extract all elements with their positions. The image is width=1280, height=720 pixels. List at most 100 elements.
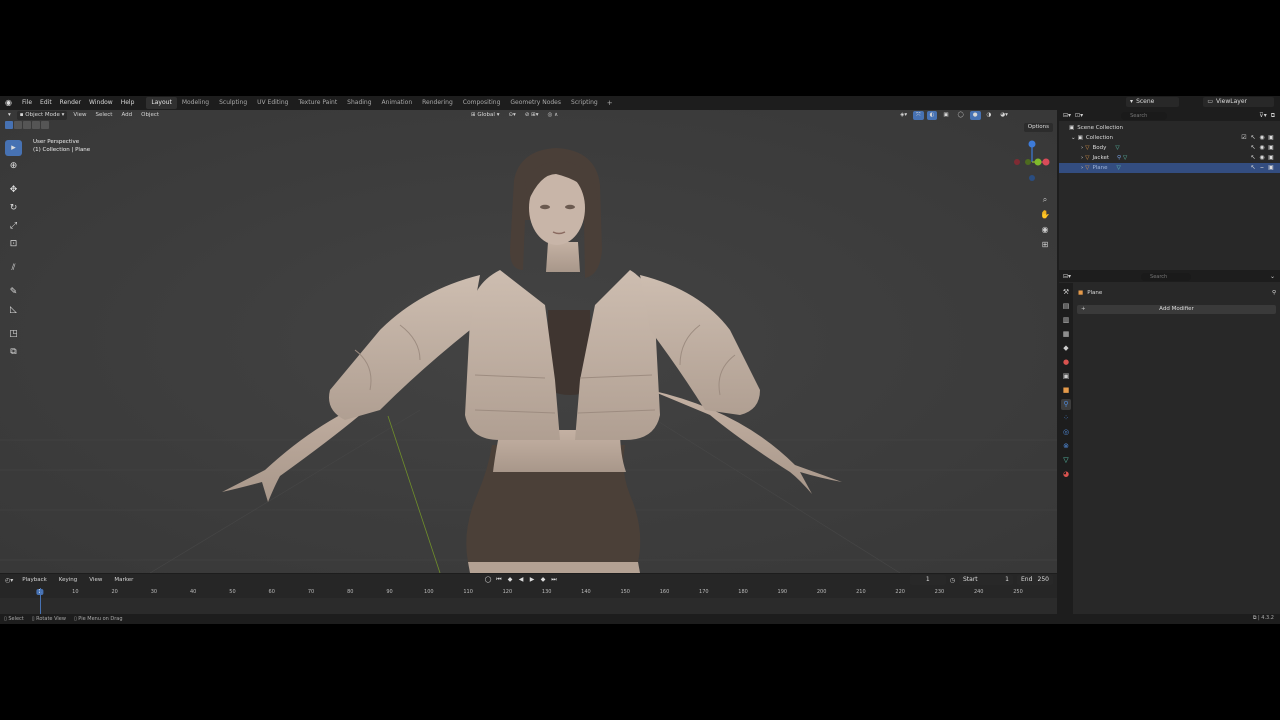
eye-icon[interactable]: ◉ [1259, 155, 1265, 161]
gizmo-z-icon[interactable] [1028, 140, 1036, 148]
outliner-row-plane[interactable]: › ▽ Plane ▽ ↖ ⌣ ▣ [1059, 163, 1280, 173]
add-modifier-button[interactable]: + Add Modifier [1077, 305, 1276, 314]
visibility-icon[interactable]: ◈▾ [897, 111, 910, 120]
pivot-icon[interactable]: ⊙▾ [505, 111, 518, 120]
shading-material-icon[interactable]: ◑ [984, 111, 995, 120]
view-layer-tab-icon[interactable]: ▦ [1061, 329, 1071, 340]
outliner-row-scene-collection[interactable]: ▣ Scene Collection [1059, 123, 1280, 133]
menu-add[interactable]: Add [118, 111, 135, 120]
render-tab-icon[interactable]: ▤ [1061, 301, 1071, 312]
pan-hand-icon[interactable]: ✋ [1039, 209, 1051, 221]
add-workspace-button[interactable]: + [603, 99, 617, 107]
tab-modeling[interactable]: Modeling [177, 97, 214, 109]
menu-edit[interactable]: Edit [36, 96, 56, 110]
timeline-editor-type-icon[interactable]: ◴▾ [5, 577, 13, 584]
shading-rendered-icon[interactable]: ◕▾ [997, 111, 1011, 120]
new-collection-icon[interactable]: ⧉ [1271, 112, 1275, 120]
select-intersect-icon[interactable] [41, 121, 49, 129]
physics-tab-icon[interactable]: ◎ [1061, 427, 1071, 438]
tab-geometry-nodes[interactable]: Geometry Nodes [505, 97, 566, 109]
expand-arrow-icon[interactable]: ⌄ [1071, 135, 1076, 141]
jump-end-icon[interactable]: ⏭ [550, 575, 558, 584]
output-tab-icon[interactable]: ▥ [1061, 315, 1071, 326]
proportional-edit-icon[interactable]: ◎ ∧ [545, 111, 562, 120]
menu-file[interactable]: File [18, 96, 36, 110]
menu-view[interactable]: View [70, 111, 89, 120]
material-tab-icon[interactable]: ◕ [1061, 469, 1071, 480]
eye-icon[interactable]: ◉ [1259, 145, 1265, 151]
shading-solid-icon[interactable]: ● [969, 111, 981, 120]
filter-icon[interactable]: ⊽▾ [1259, 112, 1266, 119]
menu-keying[interactable]: Keying [56, 576, 80, 585]
timeline-track[interactable] [0, 598, 1057, 614]
world-tab-icon[interactable]: ● [1061, 357, 1071, 368]
camera-view-icon[interactable]: ◉ [1039, 224, 1051, 236]
3d-viewport[interactable]: ▾ ▪ Object Mode ▾ View Select Add Object… [0, 110, 1057, 573]
add-cube-tool-icon[interactable]: ◳ [5, 326, 22, 342]
eye-icon[interactable]: ◉ [1259, 135, 1265, 141]
menu-help[interactable]: Help [117, 96, 139, 110]
select-extend-icon[interactable] [14, 121, 22, 129]
camera-icon[interactable]: ▣ [1268, 165, 1274, 171]
play-reverse-icon[interactable]: ◀ [517, 575, 525, 584]
gizmo-y-icon[interactable] [1034, 158, 1042, 166]
outliner-row-collection[interactable]: ⌄ ▣ Collection ☑ ↖ ◉ ▣ [1059, 133, 1280, 143]
add-object-tool-icon[interactable]: ⧉ [5, 344, 22, 360]
gizmo-x-icon[interactable] [1042, 158, 1050, 166]
tab-compositing[interactable]: Compositing [458, 97, 506, 109]
tab-sculpting[interactable]: Sculpting [214, 97, 252, 109]
cursor-tool-icon[interactable]: ⊕ [5, 158, 22, 174]
blender-logo-icon[interactable]: ◉ [5, 99, 15, 107]
select-subtract-icon[interactable] [23, 121, 31, 129]
gizmo-neg-y-icon[interactable] [1025, 159, 1031, 165]
rotate-tool-icon[interactable]: ↻ [5, 200, 22, 216]
annotate-line-tool-icon[interactable]: ✎ [5, 284, 22, 300]
outliner-editor-type-icon[interactable]: ⊟▾ [1063, 112, 1071, 119]
snap-icon[interactable]: ⊘ ⊞▾ [522, 111, 542, 120]
tab-layout[interactable]: Layout [146, 97, 177, 109]
prev-keyframe-icon[interactable]: ◆ [506, 575, 514, 584]
camera-icon[interactable]: ▣ [1268, 155, 1274, 161]
display-mode-icon[interactable]: ⊡▾ [1075, 112, 1083, 119]
tab-animation[interactable]: Animation [377, 97, 418, 109]
options-button[interactable]: Options [1023, 123, 1053, 132]
select-new-icon[interactable] [5, 121, 13, 129]
tab-texture-paint[interactable]: Texture Paint [293, 97, 342, 109]
eye-closed-icon[interactable]: ⌣ [1259, 165, 1265, 171]
menu-playback[interactable]: Playback [19, 576, 50, 585]
properties-editor-type-icon[interactable]: ⊟▾ [1063, 273, 1071, 280]
tab-rendering[interactable]: Rendering [417, 97, 458, 109]
properties-panel[interactable]: ⊟▾ Search ⌄ ⚒ ▤ ▥ ▦ ◆ ● ▣ ■ ⚲ ⁘ ◎ ⊗ ▽ ◕ … [1059, 271, 1280, 614]
camera-icon[interactable]: ▣ [1268, 135, 1274, 141]
constraints-tab-icon[interactable]: ⊗ [1061, 441, 1071, 452]
data-tab-icon[interactable]: ▽ [1061, 455, 1071, 466]
zoom-icon[interactable]: ⌕ [1039, 194, 1051, 206]
tab-scripting[interactable]: Scripting [566, 97, 603, 109]
select-arrow-icon[interactable]: ↖ [1250, 135, 1256, 141]
gizmo-neg-x-icon[interactable] [1014, 159, 1020, 165]
menu-select[interactable]: Select [92, 111, 115, 120]
timeline-ruler[interactable]: 1102030405060708090100110120130140150160… [0, 587, 1057, 597]
select-arrow-icon[interactable]: ↖ [1250, 165, 1256, 171]
tool-tab-icon[interactable]: ⚒ [1061, 287, 1071, 298]
playhead[interactable] [40, 588, 41, 614]
expand-arrow-icon[interactable]: › [1081, 155, 1083, 161]
gizmo-neg-z-icon[interactable] [1029, 175, 1035, 181]
auto-key-icon[interactable]: ◯ [484, 575, 492, 584]
perspective-toggle-icon[interactable]: ⊞ [1039, 239, 1051, 251]
current-frame-field[interactable]: 1 [909, 575, 946, 585]
scale-tool-icon[interactable]: ⤢ [5, 218, 22, 234]
select-invert-icon[interactable] [32, 121, 40, 129]
annotate-tool-icon[interactable]: ⫽ [5, 260, 22, 276]
outliner-row-body[interactable]: › ▽ Body ▽ ↖ ◉ ▣ [1059, 143, 1280, 153]
camera-icon[interactable]: ▣ [1268, 145, 1274, 151]
chevron-down-icon[interactable]: ⌄ [1270, 273, 1275, 280]
outliner-panel[interactable]: ⊟▾ ⊡▾ Search ⊽▾ ⧉ ▣ Scene Collection ⌄ ▣… [1059, 110, 1280, 270]
scene-selector[interactable]: ▾ Scene [1126, 97, 1180, 107]
jump-start-icon[interactable]: ⏮ [495, 575, 503, 584]
end-frame-field[interactable]: End 250 [1017, 575, 1053, 585]
select-arrow-icon[interactable]: ↖ [1250, 145, 1256, 151]
measure-tool-icon[interactable]: ◺ [5, 302, 22, 318]
properties-search-input[interactable]: Search [1141, 272, 1192, 281]
overlay-toggle-icon[interactable]: ◐ [926, 111, 938, 120]
